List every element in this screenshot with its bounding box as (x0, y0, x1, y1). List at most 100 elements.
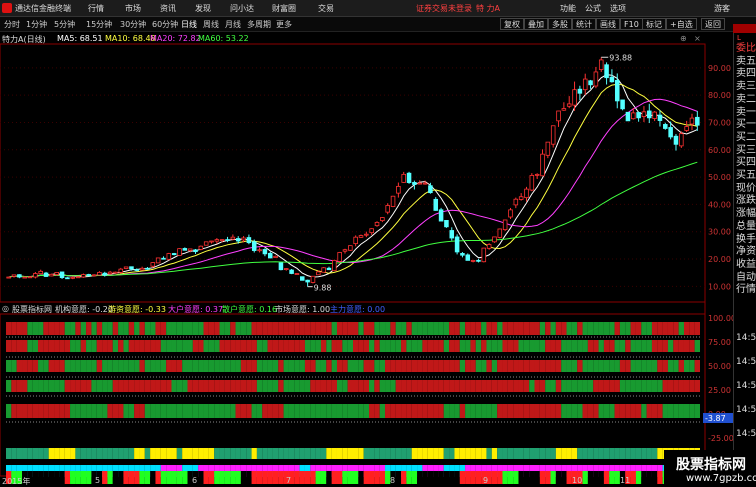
strip-6-seg-87 (470, 448, 476, 459)
candle-62 (337, 251, 342, 263)
strip-5-seg-89 (481, 404, 487, 418)
candle-body-35 (193, 249, 198, 253)
candle-body-94 (508, 209, 513, 218)
candle-body-86 (465, 254, 471, 261)
strip-8-seg-62 (336, 471, 343, 484)
strip-4-seg-8 (48, 380, 55, 392)
ma-lines (8, 74, 698, 278)
strip-8 (6, 471, 700, 484)
strip-6-seg-105 (566, 448, 572, 459)
strip-5-seg-107 (577, 404, 583, 418)
strip-4-seg-56 (304, 380, 311, 392)
strip-8-seg-33 (182, 471, 188, 484)
strip-4-seg-4 (27, 380, 33, 392)
strip-1-seg-56 (304, 322, 311, 335)
strip-2-seg-121 (651, 340, 658, 352)
candle-body-62 (337, 252, 342, 262)
candle-87 (470, 259, 476, 263)
strip-8-seg-42 (230, 471, 236, 484)
strip-4-seg-2 (16, 380, 23, 392)
strip-1-seg-25 (139, 322, 145, 335)
strip-5-seg-33 (182, 404, 188, 418)
strip-1-seg-101 (545, 322, 551, 335)
strip-1-seg-13 (75, 322, 81, 335)
strip-8-seg-55 (299, 471, 305, 484)
strip-4-seg-52 (283, 380, 289, 392)
candle-17 (97, 271, 102, 276)
strip-6-seg-3 (22, 448, 28, 459)
strip-6-seg-118 (635, 448, 642, 459)
strip-8-seg-77 (417, 471, 423, 484)
strip-2-seg-55 (299, 340, 305, 352)
candle-54 (294, 272, 300, 275)
strip-8-seg-43 (235, 471, 241, 484)
strip-6-seg-71 (385, 448, 391, 459)
high-price-label: 93.88 (609, 53, 632, 62)
strip-2-seg-94 (507, 340, 514, 352)
strip-6-seg-45 (246, 448, 252, 459)
candle-99 (534, 173, 540, 180)
kline-chart[interactable]: 90.00 80.00 70.00 60.00 50.00 40.00 30.00 20.00… (0, 0, 733, 487)
candle-body-55 (300, 276, 305, 281)
strip-1-seg-105 (566, 322, 572, 335)
strip-6-seg-109 (587, 448, 594, 459)
strip-4-seg-64 (347, 380, 353, 392)
strip-8-seg-109 (587, 471, 594, 484)
candle-body-40 (219, 239, 225, 242)
strip-4-seg-76 (411, 380, 418, 392)
strip-6-seg-57 (310, 448, 316, 459)
strip-8-seg-85 (459, 471, 466, 484)
strip-5 (6, 404, 700, 418)
strip-2-seg-17 (96, 340, 103, 352)
strip-8-seg-50 (272, 471, 279, 484)
strip-3-seg-3 (22, 360, 28, 372)
strip-4-seg-102 (550, 380, 556, 392)
strip-3-seg-76 (411, 360, 418, 372)
strip-3-seg-55 (299, 360, 305, 372)
strip-3-seg-64 (347, 360, 353, 372)
strip-5-seg-97 (523, 404, 530, 418)
strip-5-seg-102 (550, 404, 556, 418)
strip-4-seg-88 (475, 380, 482, 392)
chart-close-icon[interactable]: × (694, 34, 701, 43)
strip-8-seg-80 (433, 471, 439, 484)
strip-3-seg-99 (534, 360, 540, 372)
candle-body-105 (566, 103, 572, 107)
strip-8-seg-99 (534, 471, 540, 484)
strip-5-seg-114 (614, 404, 620, 418)
strip-5-seg-125 (673, 404, 679, 418)
strip-3-seg-61 (331, 360, 337, 372)
strip-1-seg-70 (379, 322, 386, 335)
strip-2-seg-67 (363, 340, 370, 352)
strip-4-seg-72 (390, 380, 396, 392)
candle-body-34 (187, 248, 193, 251)
strip-3-seg-107 (577, 360, 583, 372)
strip-2-seg-31 (171, 340, 177, 352)
strip-5-seg-37 (203, 404, 209, 418)
strip-5-seg-128 (689, 404, 695, 418)
x-label-9: 9 (483, 476, 489, 485)
strip-6-seg-32 (176, 448, 183, 459)
strip-8-seg-66 (358, 471, 364, 484)
strip-4-seg-12 (70, 380, 76, 392)
candle-96 (518, 193, 524, 201)
strip-5-seg-71 (385, 404, 391, 418)
strip-1-seg-121 (651, 322, 658, 335)
strip-6-seg-52 (283, 448, 289, 459)
strip-2-seg-76 (411, 340, 418, 352)
candle-75 (406, 171, 412, 184)
quote-row-19: 行情 (736, 284, 756, 296)
candle-72 (390, 195, 396, 208)
candle-112 (604, 62, 609, 85)
candle-body-38 (209, 240, 214, 243)
strip-1-seg-84 (454, 322, 460, 335)
strip-2-seg-37 (203, 340, 209, 352)
strip-3-seg-65 (353, 360, 359, 372)
strip-2-seg-20 (112, 340, 119, 352)
strip-2-seg-12 (70, 340, 76, 352)
strip-1-seg-42 (230, 322, 236, 335)
chart-settings-icon[interactable]: ⊕ (680, 34, 687, 43)
candle-88 (476, 258, 481, 263)
strip-1-seg-39 (214, 322, 220, 335)
candle-body-108 (582, 78, 588, 91)
